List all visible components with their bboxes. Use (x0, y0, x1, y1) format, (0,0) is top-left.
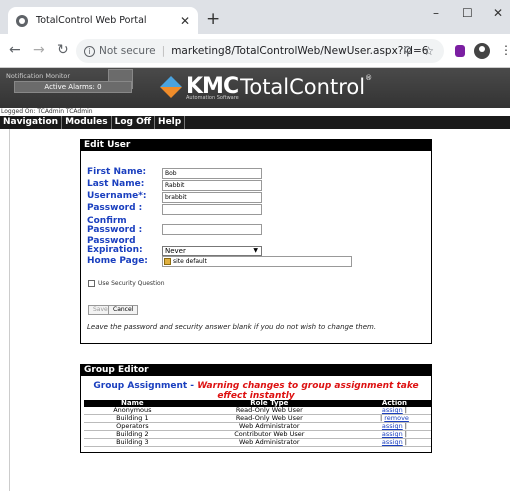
last-name-label: Last Name: (87, 179, 145, 189)
assign-link[interactable]: assign (382, 438, 403, 446)
browser-tab-bar: TotalControl Web Portal ✕ + – ☐ ✕ (0, 0, 510, 34)
address-bar-row: ← → ↻ i Not secure | marketing8/TotalCon… (0, 34, 510, 68)
info-icon[interactable]: i (84, 45, 95, 57)
edit-user-panel: Edit User First Name: Bob Last Name: Rab… (80, 139, 432, 344)
logged-on-text: Logged On: TCAdmin TCAdmin (0, 108, 510, 116)
group-editor-title: Group Editor (81, 365, 431, 376)
forward-arrow-icon[interactable]: → (33, 42, 45, 58)
cancel-button[interactable]: Cancel (108, 305, 139, 315)
close-window-button[interactable]: ✕ (493, 6, 503, 20)
menu-log-off[interactable]: Log Off (112, 116, 156, 129)
assign-link[interactable]: assign (382, 422, 403, 430)
profile-avatar-icon[interactable] (474, 43, 490, 59)
username-field[interactable]: brabbit (162, 192, 262, 203)
username-label: Username*: (87, 191, 147, 201)
tab-title: TotalControl Web Portal (36, 15, 147, 26)
back-arrow-icon[interactable]: ← (9, 42, 21, 58)
edit-user-title: Edit User (81, 140, 431, 151)
bookmark-star-icon[interactable]: ☆ (423, 44, 434, 58)
first-name-field[interactable]: Bob (162, 168, 262, 179)
url-bar[interactable]: i Not secure | marketing8/TotalControlWe… (76, 39, 444, 63)
not-secure-label: Not secure (99, 45, 156, 57)
confirm-password-label-line2: Password : (87, 225, 143, 235)
table-row: Building 3 Web Administrator assign | (84, 438, 431, 447)
kmc-diamond-icon (160, 76, 182, 98)
first-name-label: First Name: (87, 167, 147, 177)
folder-icon[interactable] (164, 258, 171, 265)
remove-link[interactable]: remove (384, 414, 409, 422)
zoom-icon[interactable]: ⚲ (403, 44, 412, 58)
menu-modules[interactable]: Modules (62, 116, 112, 129)
home-page-label: Home Page: (87, 256, 148, 266)
site-favicon-icon (16, 14, 28, 27)
dropdown-arrow-icon: ▼ (253, 247, 258, 254)
extension-icon[interactable] (455, 45, 465, 57)
assign-link[interactable]: assign (382, 406, 403, 414)
maximize-button[interactable]: ☐ (462, 6, 473, 20)
kmc-logo: KMC TotalControl ® Automation Software (160, 74, 372, 104)
password-field[interactable] (162, 204, 262, 215)
confirm-password-field[interactable] (162, 224, 262, 235)
assign-link[interactable]: assign (382, 430, 403, 438)
main-menu-bar: Navigation Modules Log Off Help (0, 116, 510, 129)
password-note: Leave the password and security answer b… (87, 323, 377, 331)
menu-navigation[interactable]: Navigation (0, 116, 63, 129)
group-assignment-heading: Group Assignment - Warning changes to gr… (93, 381, 419, 401)
group-assignment-warning: Warning changes to group assignment take… (197, 381, 419, 401)
browser-tab[interactable]: TotalControl Web Portal ✕ (8, 7, 198, 34)
active-alarms-badge[interactable]: Active Alarms: 0 (14, 81, 132, 93)
password-expiration-select[interactable]: Never ▼ (162, 246, 262, 256)
menu-help[interactable]: Help (155, 116, 186, 129)
last-name-field[interactable]: Rabbit (162, 180, 262, 191)
security-question-label: Use Security Question (98, 280, 165, 287)
home-page-field[interactable]: site default (162, 256, 352, 267)
new-tab-button[interactable]: + (206, 9, 220, 29)
browser-menu-icon[interactable]: ⋮ (500, 43, 510, 57)
url-text: marketing8/TotalControlWeb/NewUser.aspx?… (171, 45, 429, 57)
left-frame-divider (9, 129, 10, 491)
password-label: Password : (87, 203, 143, 213)
minimize-button[interactable]: – (433, 6, 439, 20)
close-tab-icon[interactable]: ✕ (180, 14, 190, 28)
group-editor-panel: Group Editor Group Assignment - Warning … (80, 364, 432, 453)
group-assignment-table: Name Role Type Action Anonymous Read-Onl… (84, 400, 431, 447)
password-expiration-label-line2: Expiration: (87, 245, 143, 255)
security-question-checkbox[interactable] (88, 280, 95, 287)
reload-icon[interactable]: ↻ (57, 42, 69, 58)
notification-monitor-title: Notification Monitor (6, 72, 71, 80)
